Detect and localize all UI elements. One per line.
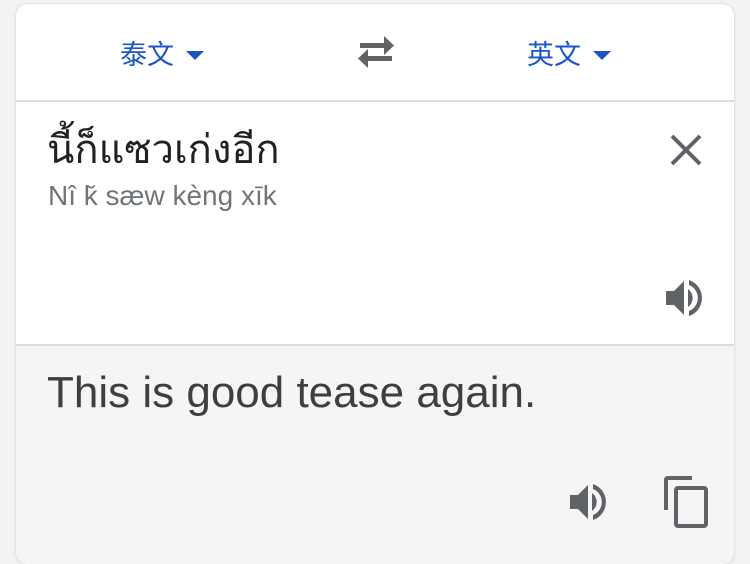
speaker-icon (570, 484, 606, 520)
translation-listen-button[interactable] (568, 480, 612, 524)
translation-panel: This is good tease again. (16, 346, 734, 564)
transliteration: Nî k̆ sæw kèng xīk (48, 180, 277, 211)
target-language-selector[interactable]: 英文 (527, 34, 611, 71)
chevron-down-icon (593, 50, 611, 60)
copy-icon (664, 476, 708, 528)
close-icon (670, 134, 702, 166)
swap-arrows-icon (358, 36, 394, 68)
clear-button[interactable] (666, 130, 706, 170)
translation-text: This is good tease again. (47, 368, 537, 417)
source-panel: นี้ก็แซวเก่งอีก Nî k̆ sæw kèng xīk (16, 102, 734, 346)
translate-card: 泰文 英文 นี้ก็แซวเก่งอีก Nî k̆ sæw kèng xīk (16, 4, 734, 564)
speaker-icon (666, 280, 702, 316)
swap-languages-button[interactable] (354, 34, 398, 70)
source-language-selector[interactable]: 泰文 (120, 34, 204, 71)
source-text[interactable]: นี้ก็แซวเก่งอีก (47, 120, 280, 180)
language-bar: 泰文 英文 (16, 4, 734, 102)
chevron-down-icon (186, 50, 204, 60)
copy-button[interactable] (662, 476, 710, 528)
source-listen-button[interactable] (664, 276, 708, 320)
target-language-label: 英文 (527, 39, 581, 71)
source-language-label: 泰文 (120, 39, 174, 71)
